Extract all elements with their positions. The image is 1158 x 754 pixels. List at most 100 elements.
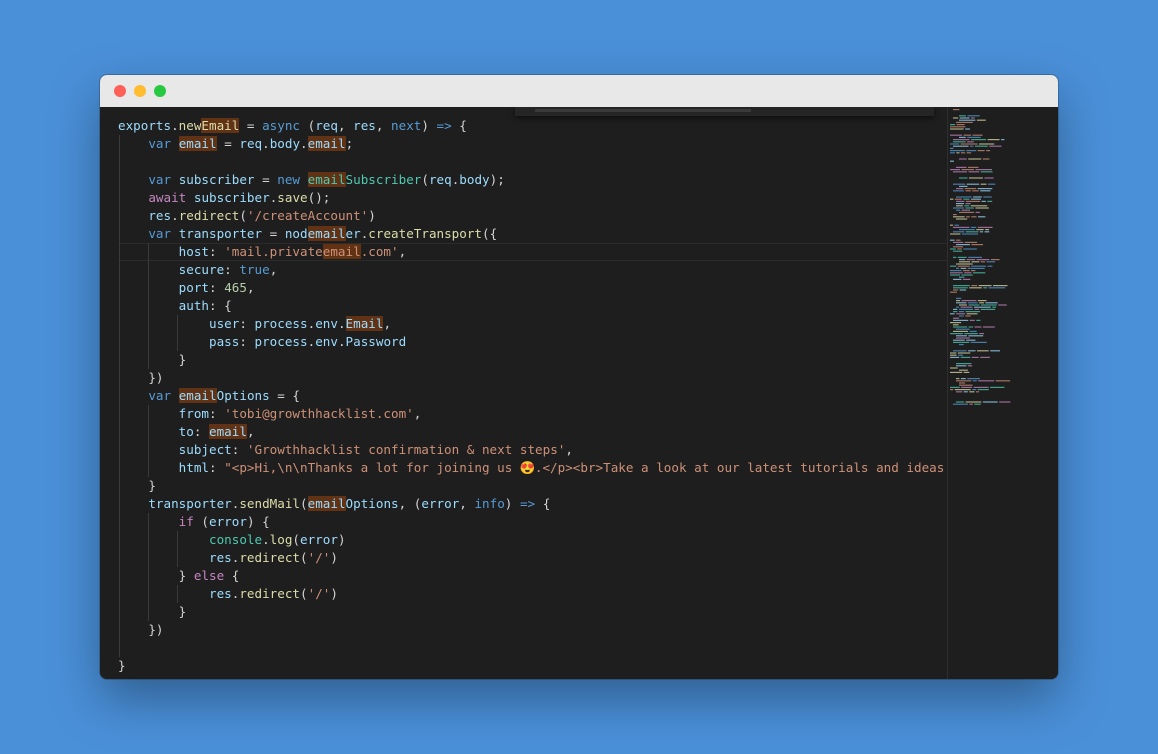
code-token: error: [300, 532, 338, 547]
code-token: info: [474, 496, 505, 511]
minimap-line: [956, 297, 962, 299]
minimap-line: [963, 371, 970, 373]
minimap-line: [962, 278, 971, 280]
minimap-line: [960, 306, 973, 308]
minimap-line: [956, 263, 973, 265]
minimap-line: [950, 239, 955, 241]
minimap-line: [988, 287, 1006, 289]
minimap-line: [950, 313, 955, 315]
minimap-line: [971, 117, 975, 119]
minimap-line: [953, 285, 970, 287]
minimap-line: [972, 272, 986, 274]
minimap-line: [956, 203, 964, 205]
minimap-line: [970, 226, 977, 228]
code-token: , (: [398, 496, 422, 511]
indent-guide: [119, 477, 120, 495]
code-token: =: [254, 172, 278, 187]
minimap-line: [973, 196, 982, 198]
minimap-line: [964, 272, 972, 274]
minimap-line: [975, 211, 980, 213]
minimap-line: [979, 302, 984, 304]
code-token: : {: [209, 298, 232, 313]
minimap-line: [990, 259, 1000, 261]
minimap-line: [956, 209, 961, 211]
indent-guide: [148, 603, 149, 621]
find-widget[interactable]: [515, 107, 934, 116]
code-line: pass: process.env.Password: [118, 333, 947, 351]
code-editor[interactable]: exports.newEmail = async (req, res, next…: [100, 107, 947, 679]
minimap-line: [953, 216, 965, 218]
minimap-line: [974, 308, 980, 310]
minimap-line: [967, 115, 980, 117]
minimap-line: [968, 335, 984, 337]
minimap-line: [956, 121, 973, 123]
code-token: ,: [246, 424, 255, 439]
indent-guide: [119, 513, 120, 531]
minimap-line: [971, 356, 979, 358]
code-token: (: [300, 118, 316, 133]
minimap-line: [968, 326, 974, 328]
code-line: var emailOptions = {: [118, 387, 947, 405]
minimap-line: [956, 391, 963, 393]
minimap-line: [950, 248, 956, 250]
code-token: error: [209, 514, 247, 529]
code-token: ,: [337, 118, 354, 133]
minimap-line: [985, 229, 990, 231]
minimap-line: [956, 378, 960, 380]
minimap-line: [967, 378, 980, 380]
minimap-line: [961, 233, 979, 235]
minimap-line: [977, 350, 989, 352]
search-match: Email: [201, 118, 240, 133]
minimap-line: [950, 274, 961, 276]
minimap-line: [977, 389, 989, 391]
minimap-line: [977, 188, 993, 190]
code-token: .: [171, 118, 179, 133]
code-token: var: [148, 226, 172, 241]
indent-guide: [119, 261, 120, 279]
minimap-line: [950, 272, 963, 274]
minimap-line: [953, 326, 968, 328]
minimap-line: [971, 139, 987, 141]
indent-guide: [119, 207, 120, 225]
code-token: ): [421, 118, 437, 133]
code-line: html: "<p>Hi,\n\nThanks a lot for joinin…: [118, 459, 947, 477]
indent-guide: [119, 279, 120, 297]
minimap-line: [950, 160, 954, 162]
minimap-line: [961, 300, 977, 302]
code-token: "<p>Hi,\n\nThanks a lot for joining us: [224, 460, 520, 475]
code-token: (: [421, 172, 429, 187]
minimap-line: [959, 177, 968, 179]
minimap-line: [950, 126, 966, 128]
code-token: }: [178, 568, 194, 583]
code-token: =>: [436, 118, 452, 133]
code-token: '/createAccount': [246, 208, 369, 223]
code-token: body: [269, 136, 301, 151]
indent-guide: [119, 369, 120, 387]
code-line: user: process.env.Email,: [118, 315, 947, 333]
minimap-line: [960, 378, 966, 380]
minimap-line: [950, 143, 960, 145]
minimap-line: [972, 190, 979, 192]
zoom-button[interactable]: [154, 85, 166, 97]
minimap-line: [950, 150, 965, 152]
minimap-line: [953, 324, 959, 326]
minimap-line: [984, 231, 990, 233]
minimap-line: [953, 246, 963, 248]
minimap-line: [980, 308, 996, 310]
code-token: 'tobi@growthhacklist.com': [224, 406, 414, 421]
minimap[interactable]: [947, 107, 1058, 679]
code-token: subject: [178, 442, 232, 457]
code-token: 465: [224, 280, 247, 295]
minimap-line: [953, 330, 969, 332]
minimap-line: [953, 145, 969, 147]
close-button[interactable]: [114, 85, 126, 97]
minimize-button[interactable]: [134, 85, 146, 97]
minimap-line: [971, 216, 977, 218]
search-match: email: [307, 172, 346, 187]
minimap-line: [965, 128, 971, 130]
minimap-line: [985, 302, 998, 304]
indent-guide: [148, 567, 149, 585]
minimap-line: [971, 265, 987, 267]
code-token: =: [216, 136, 240, 151]
minimap-line: [965, 200, 981, 202]
